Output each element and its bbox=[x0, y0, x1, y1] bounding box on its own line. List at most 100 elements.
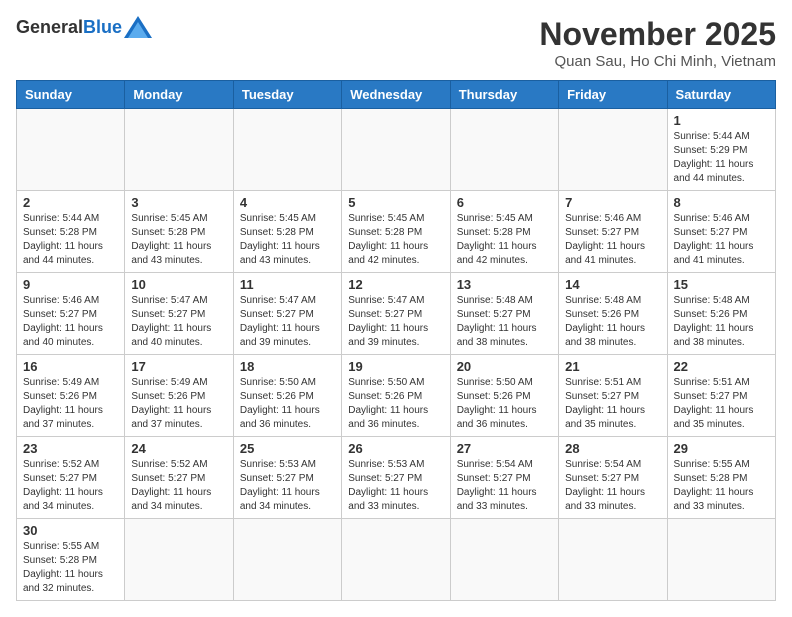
day-number: 14 bbox=[565, 277, 660, 292]
day-number: 21 bbox=[565, 359, 660, 374]
calendar-cell: 26 Sunrise: 5:53 AM Sunset: 5:27 PM Dayli… bbox=[342, 437, 450, 519]
page-header: General Blue November 2025 Quan Sau, Ho … bbox=[16, 16, 776, 70]
day-info: Sunrise: 5:45 AM Sunset: 5:28 PM Dayligh… bbox=[348, 212, 443, 268]
calendar-cell: 10Sunrise: 5:47 AM Sunset: 5:27 PM Dayli… bbox=[125, 273, 233, 355]
calendar-cell: 24 Sunrise: 5:52 AM Sunset: 5:27 PM Dayli… bbox=[125, 437, 233, 519]
calendar-cell: 28Sunrise: 5:54 AM Sunset: 5:27 PM Dayli… bbox=[559, 437, 667, 519]
weekday-header-monday: Monday bbox=[125, 81, 233, 109]
day-info: Sunrise: 5:48 AM Sunset: 5:27 PM Dayligh… bbox=[457, 294, 552, 350]
calendar-cell: 17Sunrise: 5:49 AM Sunset: 5:26 PM Dayli… bbox=[125, 355, 233, 437]
day-info: Sunrise: 5:52 AM Sunset: 5:27 PM Dayligh… bbox=[131, 458, 226, 514]
weekday-header-friday: Friday bbox=[559, 81, 667, 109]
calendar-week-row: 1Sunrise: 5:44 AM Sunset: 5:29 PM Daylig… bbox=[17, 109, 776, 191]
day-number: 13 bbox=[457, 277, 552, 292]
logo-blue-text: Blue bbox=[83, 17, 122, 38]
day-info: Sunrise: 5:46 AM Sunset: 5:27 PM Dayligh… bbox=[674, 212, 769, 268]
day-number: 11 bbox=[240, 277, 335, 292]
weekday-header-tuesday: Tuesday bbox=[233, 81, 341, 109]
day-number: 27 bbox=[457, 441, 552, 456]
calendar-cell bbox=[125, 519, 233, 601]
calendar-cell: 9Sunrise: 5:46 AM Sunset: 5:27 PM Daylig… bbox=[17, 273, 125, 355]
day-number: 12 bbox=[348, 277, 443, 292]
day-number: 19 bbox=[348, 359, 443, 374]
calendar-cell: 7Sunrise: 5:46 AM Sunset: 5:27 PM Daylig… bbox=[559, 191, 667, 273]
calendar-week-row: 16 Sunrise: 5:49 AM Sunset: 5:26 PM Dayli… bbox=[17, 355, 776, 437]
day-info: Sunrise: 5:48 AM Sunset: 5:26 PM Dayligh… bbox=[674, 294, 769, 350]
day-number: 2 bbox=[23, 195, 118, 210]
day-info: Sunrise: 5:47 AM Sunset: 5:27 PM Dayligh… bbox=[240, 294, 335, 350]
logo-general-text: General bbox=[16, 17, 83, 38]
day-info: Sunrise: 5:44 AM Sunset: 5:29 PM Dayligh… bbox=[674, 130, 769, 186]
month-title: November 2025 bbox=[539, 16, 776, 53]
calendar-cell: 4 Sunrise: 5:45 AM Sunset: 5:28 PM Daylig… bbox=[233, 191, 341, 273]
day-info: Sunrise: 5:45 AM Sunset: 5:28 PM Dayligh… bbox=[131, 212, 226, 268]
calendar-cell: 3 Sunrise: 5:45 AM Sunset: 5:28 PM Daylig… bbox=[125, 191, 233, 273]
calendar-cell: 12Sunrise: 5:47 AM Sunset: 5:27 PM Dayli… bbox=[342, 273, 450, 355]
calendar-cell bbox=[125, 109, 233, 191]
calendar-cell bbox=[559, 109, 667, 191]
location-subtitle: Quan Sau, Ho Chi Minh, Vietnam bbox=[539, 53, 776, 70]
day-number: 26 bbox=[348, 441, 443, 456]
day-number: 4 bbox=[240, 195, 335, 210]
calendar-cell bbox=[667, 519, 775, 601]
day-number: 16 bbox=[23, 359, 118, 374]
calendar-cell: 22Sunrise: 5:51 AM Sunset: 5:27 PM Dayli… bbox=[667, 355, 775, 437]
day-number: 6 bbox=[457, 195, 552, 210]
calendar-cell: 21Sunrise: 5:51 AM Sunset: 5:27 PM Dayli… bbox=[559, 355, 667, 437]
calendar-cell: 16Sunrise: 5:49 AM Sunset: 5:26 PM Dayli… bbox=[17, 355, 125, 437]
weekday-header-sunday: Sunday bbox=[17, 81, 125, 109]
calendar-cell: 11 Sunrise: 5:47 AM Sunset: 5:27 PM Dayli… bbox=[233, 273, 341, 355]
day-number: 8 bbox=[674, 195, 769, 210]
calendar-cell: 18Sunrise: 5:50 AM Sunset: 5:26 PM Dayli… bbox=[233, 355, 341, 437]
day-info: Sunrise: 5:45 AM Sunset: 5:28 PM Dayligh… bbox=[240, 212, 335, 268]
day-number: 5 bbox=[348, 195, 443, 210]
calendar-cell bbox=[450, 109, 558, 191]
day-number: 3 bbox=[131, 195, 226, 210]
calendar-cell: 29 Sunrise: 5:55 AM Sunset: 5:28 PM Dayli… bbox=[667, 437, 775, 519]
calendar-cell: 27 Sunrise: 5:54 AM Sunset: 5:27 PM Dayli… bbox=[450, 437, 558, 519]
calendar-week-row: 23Sunrise: 5:52 AM Sunset: 5:27 PM Dayli… bbox=[17, 437, 776, 519]
day-number: 22 bbox=[674, 359, 769, 374]
day-info: Sunrise: 5:46 AM Sunset: 5:27 PM Dayligh… bbox=[23, 294, 118, 350]
day-info: Sunrise: 5:50 AM Sunset: 5:26 PM Dayligh… bbox=[457, 376, 552, 432]
weekday-header-saturday: Saturday bbox=[667, 81, 775, 109]
day-number: 25 bbox=[240, 441, 335, 456]
day-number: 29 bbox=[674, 441, 769, 456]
day-info: Sunrise: 5:54 AM Sunset: 5:27 PM Dayligh… bbox=[457, 458, 552, 514]
day-number: 28 bbox=[565, 441, 660, 456]
day-info: Sunrise: 5:55 AM Sunset: 5:28 PM Dayligh… bbox=[23, 540, 118, 596]
calendar-week-row: 30Sunrise: 5:55 AM Sunset: 5:28 PM Dayli… bbox=[17, 519, 776, 601]
weekday-header-wednesday: Wednesday bbox=[342, 81, 450, 109]
day-info: Sunrise: 5:55 AM Sunset: 5:28 PM Dayligh… bbox=[674, 458, 769, 514]
day-info: Sunrise: 5:49 AM Sunset: 5:26 PM Dayligh… bbox=[131, 376, 226, 432]
calendar-cell: 6Sunrise: 5:45 AM Sunset: 5:28 PM Daylig… bbox=[450, 191, 558, 273]
day-info: Sunrise: 5:44 AM Sunset: 5:28 PM Dayligh… bbox=[23, 212, 118, 268]
calendar-week-row: 2 Sunrise: 5:44 AM Sunset: 5:28 PM Daylig… bbox=[17, 191, 776, 273]
day-info: Sunrise: 5:46 AM Sunset: 5:27 PM Dayligh… bbox=[565, 212, 660, 268]
calendar-week-row: 9Sunrise: 5:46 AM Sunset: 5:27 PM Daylig… bbox=[17, 273, 776, 355]
calendar-table: SundayMondayTuesdayWednesdayThursdayFrid… bbox=[16, 80, 776, 601]
day-info: Sunrise: 5:53 AM Sunset: 5:27 PM Dayligh… bbox=[348, 458, 443, 514]
calendar-cell: 30Sunrise: 5:55 AM Sunset: 5:28 PM Dayli… bbox=[17, 519, 125, 601]
calendar-cell: 5 Sunrise: 5:45 AM Sunset: 5:28 PM Daylig… bbox=[342, 191, 450, 273]
calendar-cell: 1Sunrise: 5:44 AM Sunset: 5:29 PM Daylig… bbox=[667, 109, 775, 191]
calendar-cell: 14Sunrise: 5:48 AM Sunset: 5:26 PM Dayli… bbox=[559, 273, 667, 355]
calendar-cell: 15 Sunrise: 5:48 AM Sunset: 5:26 PM Dayli… bbox=[667, 273, 775, 355]
calendar-cell: 13 Sunrise: 5:48 AM Sunset: 5:27 PM Dayli… bbox=[450, 273, 558, 355]
calendar-cell bbox=[559, 519, 667, 601]
calendar-cell bbox=[450, 519, 558, 601]
calendar-cell: 2 Sunrise: 5:44 AM Sunset: 5:28 PM Daylig… bbox=[17, 191, 125, 273]
calendar-cell bbox=[233, 109, 341, 191]
calendar-cell bbox=[17, 109, 125, 191]
day-number: 20 bbox=[457, 359, 552, 374]
logo-icon bbox=[124, 16, 152, 38]
calendar-cell bbox=[342, 109, 450, 191]
day-number: 10 bbox=[131, 277, 226, 292]
day-info: Sunrise: 5:52 AM Sunset: 5:27 PM Dayligh… bbox=[23, 458, 118, 514]
calendar-cell: 20 Sunrise: 5:50 AM Sunset: 5:26 PM Dayli… bbox=[450, 355, 558, 437]
logo: General Blue bbox=[16, 16, 152, 38]
day-number: 15 bbox=[674, 277, 769, 292]
calendar-cell: 25Sunrise: 5:53 AM Sunset: 5:27 PM Dayli… bbox=[233, 437, 341, 519]
day-number: 24 bbox=[131, 441, 226, 456]
calendar-cell: 8 Sunrise: 5:46 AM Sunset: 5:27 PM Daylig… bbox=[667, 191, 775, 273]
